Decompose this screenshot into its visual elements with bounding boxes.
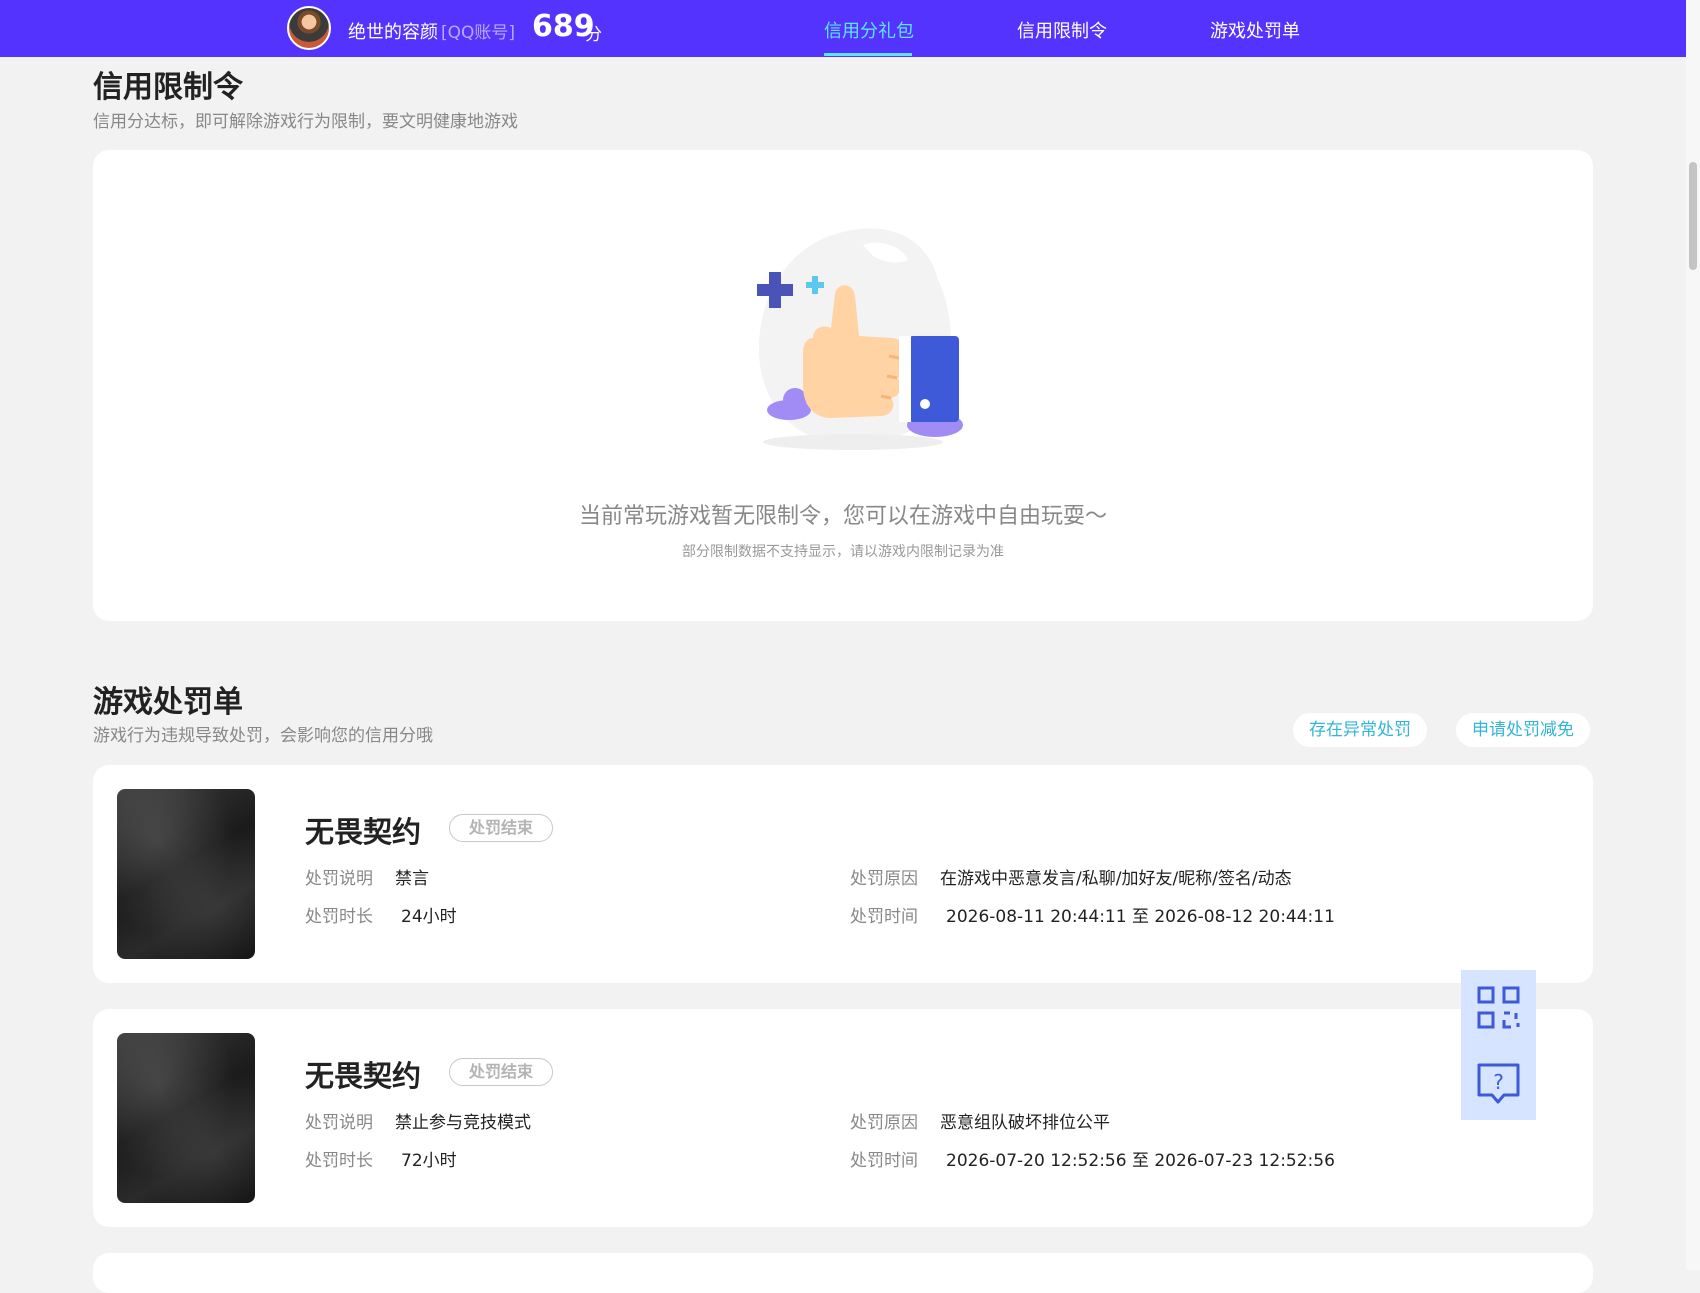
- tab-credit-gift[interactable]: 信用分礼包: [824, 17, 914, 43]
- svg-text:?: ?: [1493, 1070, 1504, 1094]
- account-type: [QQ账号]: [441, 23, 516, 43]
- duration-value: 24小时: [401, 907, 457, 927]
- description-label: 处罚说明: [305, 869, 373, 889]
- restriction-empty-note: 部分限制数据不支持显示，请以游戏内限制记录为准: [682, 544, 1004, 560]
- restriction-empty-panel: 当前常玩游戏暂无限制令，您可以在游戏中自由玩耍～ 部分限制数据不支持显示，请以游…: [93, 150, 1593, 621]
- avatar[interactable]: [287, 6, 331, 50]
- status-badge: 处罚结束: [449, 1058, 553, 1086]
- penalty-card: [93, 1253, 1593, 1293]
- penalty-section-subtitle: 游戏行为违规导致处罚，会影响您的信用分哦: [93, 726, 433, 746]
- qr-code-icon: [1477, 986, 1520, 1029]
- help-chat-icon: ?: [1477, 1063, 1520, 1104]
- status-badge: 处罚结束: [449, 814, 553, 842]
- description-value: 禁止参与竞技模式: [395, 1113, 531, 1133]
- reason-value: 在游戏中恶意发言/私聊/加好友/昵称/签名/动态: [940, 869, 1292, 889]
- restriction-empty-message: 当前常玩游戏暂无限制令，您可以在游戏中自由玩耍～: [578, 504, 1107, 529]
- time-label: 处罚时间: [850, 1151, 918, 1171]
- game-thumbnail: [117, 1033, 255, 1203]
- game-name: 无畏契约: [305, 1059, 422, 1093]
- credit-score-unit: 分: [585, 25, 602, 45]
- tab-credit-restriction[interactable]: 信用限制令: [1017, 17, 1107, 43]
- description-value: 禁言: [395, 869, 429, 889]
- restriction-section-title: 信用限制令: [93, 70, 243, 105]
- penalty-section-title: 游戏处罚单: [93, 685, 243, 720]
- reason-label: 处罚原因: [850, 1113, 918, 1133]
- reason-value: 恶意组队破坏排位公平: [940, 1113, 1110, 1133]
- report-abnormal-penalty-button[interactable]: 存在异常处罚: [1293, 713, 1427, 747]
- top-bar: 绝世的容颜 [QQ账号] 689 分 信用分礼包 信用限制令 游戏处罚单: [0, 0, 1686, 57]
- penalty-card: 无畏契约 处罚结束 处罚说明 禁止参与竞技模式 处罚时长 72小时 处罚原因 恶…: [93, 1009, 1593, 1227]
- apply-penalty-reduction-button[interactable]: 申请处罚减免: [1456, 713, 1590, 747]
- qr-code-button[interactable]: [1461, 970, 1536, 1045]
- time-value: 2026-08-11 20:44:11 至 2026-08-12 20:44:1…: [946, 907, 1335, 927]
- thumbs-up-illustration-icon: [757, 228, 963, 450]
- user-name: 绝世的容颜: [348, 22, 438, 43]
- game-thumbnail: [117, 789, 255, 959]
- game-name: 无畏契约: [305, 815, 422, 849]
- reason-label: 处罚原因: [850, 869, 918, 889]
- time-value: 2026-07-20 12:52:56 至 2026-07-23 12:52:5…: [946, 1151, 1335, 1171]
- penalty-card: 无畏契约 处罚结束 处罚说明 禁言 处罚时长 24小时 处罚原因 在游戏中恶意发…: [93, 765, 1593, 983]
- duration-label: 处罚时长: [305, 907, 373, 927]
- restriction-section-subtitle: 信用分达标，即可解除游戏行为限制，要文明健康地游戏: [93, 112, 518, 132]
- duration-label: 处罚时长: [305, 1151, 373, 1171]
- time-label: 处罚时间: [850, 907, 918, 927]
- help-feedback-button[interactable]: ?: [1461, 1045, 1536, 1120]
- duration-value: 72小时: [401, 1151, 457, 1171]
- scrollbar-thumb[interactable]: [1689, 162, 1697, 270]
- description-label: 处罚说明: [305, 1113, 373, 1133]
- active-tab-indicator: [824, 53, 912, 56]
- tab-game-penalty[interactable]: 游戏处罚单: [1210, 17, 1300, 43]
